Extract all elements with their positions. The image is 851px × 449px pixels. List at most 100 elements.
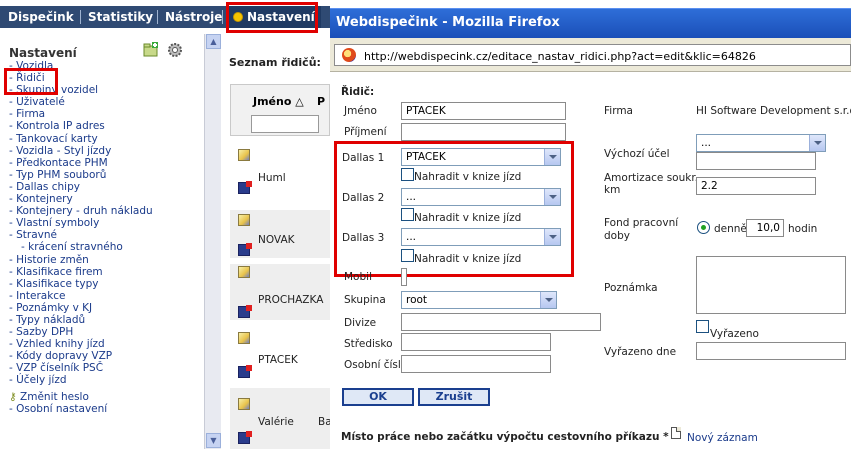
sidebar-item-kraceni-stravneho[interactable]: - krácení stravného — [9, 241, 153, 253]
driver-name: Valérie — [258, 416, 294, 428]
sidebar-item-vlastni-symboly[interactable]: - Vlastní symboly — [9, 217, 153, 229]
delete-icon[interactable] — [238, 305, 252, 318]
table-row[interactable]: Huml — [230, 146, 330, 194]
prijmeni-input[interactable] — [401, 123, 566, 141]
novy-zaznam-link[interactable]: Nový záznam — [687, 432, 758, 444]
amortizace-unit-label: km — [604, 184, 621, 196]
vyrazeno-checkbox[interactable] — [696, 320, 709, 333]
divize-input[interactable] — [401, 313, 601, 331]
column-header-jmeno[interactable]: Jméno △ — [253, 95, 304, 108]
delete-icon[interactable] — [238, 243, 252, 256]
edit-icon[interactable] — [238, 149, 250, 161]
sidebar-item-typ-phm[interactable]: - Typ PHM souborů — [9, 169, 153, 181]
zrusit-button[interactable]: Zrušit — [418, 388, 490, 406]
firma-label: Firma — [604, 105, 633, 117]
table-row[interactable]: Valérie Ba — [230, 388, 332, 449]
filter-input-jmeno[interactable] — [251, 115, 319, 133]
vychozi-ucel-input[interactable] — [696, 152, 816, 170]
skupina-value: root — [406, 294, 428, 306]
sidebar-item-predkontace-phm[interactable]: - Předkontace PHM — [9, 157, 153, 169]
highlight-box-ridici — [4, 68, 58, 95]
column-header-second[interactable]: P — [317, 95, 325, 108]
sidebar-item-klasifikace-firem[interactable]: - Klasifikace firem — [9, 266, 153, 278]
nav-nastroje[interactable]: Nástroje — [165, 6, 222, 28]
mobil-input[interactable] — [401, 268, 407, 286]
amortizace-input[interactable]: 2.2 — [696, 177, 816, 195]
key-icon: ⚷ — [9, 390, 17, 403]
edit-icon[interactable] — [238, 266, 250, 278]
sidebar-item-kody-vzp[interactable]: - Kódy dopravy VZP — [9, 350, 153, 362]
denne-label: denně — [714, 223, 747, 235]
column-header-jmeno-label: Jméno — [253, 95, 292, 108]
delete-icon[interactable] — [238, 365, 252, 378]
fond-label-2: doby — [604, 230, 630, 242]
highlight-box-dallas — [334, 141, 574, 277]
edit-icon[interactable] — [238, 332, 250, 344]
sidebar-item-zmenit-heslo[interactable]: ⚷ Změnit heslo — [9, 391, 153, 403]
sidebar-item-typy-nakladu[interactable]: - Typy nákladů — [9, 314, 153, 326]
sidebar-item-kontejnery-naklad[interactable]: - Kontejnery - druh nákladu — [9, 205, 153, 217]
nav-separator — [80, 10, 81, 24]
sidebar-item-vzhled-knihy[interactable]: - Vzhled knihy jízd — [9, 338, 153, 350]
sidebar-item-poznamky-kj[interactable]: - Poznámky v KJ — [9, 302, 153, 314]
ok-button[interactable]: OK — [342, 388, 414, 406]
osobni-cislo-label: Osobní číslo — [344, 359, 408, 371]
nav-dispecink[interactable]: Dispečink — [8, 6, 74, 28]
sidebar-item-firma[interactable]: - Firma — [9, 108, 153, 120]
edit-icon[interactable] — [238, 214, 250, 226]
amortizace-label: Amortizace soukr. — [604, 172, 699, 184]
driver-edit-form: Řidič: Jméno PTACEK Příjmení Dallas 1 PT… — [330, 72, 851, 449]
sidebar-item-tankovaci-karty[interactable]: - Tankovací karty — [9, 133, 153, 145]
poznamka-label: Poznámka — [604, 282, 658, 294]
denne-radio[interactable] — [697, 221, 710, 234]
mobil-label: Mobil — [344, 271, 372, 283]
stredisko-input[interactable] — [401, 333, 551, 351]
hodin-label: hodin — [788, 223, 818, 235]
add-folder-icon[interactable] — [143, 42, 159, 61]
fond-hodin-input[interactable]: 10,0 — [746, 219, 784, 237]
driver-list-title: Seznam řidičů: — [229, 56, 321, 69]
firma-value: HI Software Development s.r.o. — [696, 105, 851, 117]
skupina-select[interactable]: root — [401, 291, 557, 309]
edit-icon[interactable] — [238, 398, 250, 410]
osobni-cislo-input[interactable] — [401, 355, 551, 373]
sidebar-item-sazby-dph[interactable]: - Sazby DPH — [9, 326, 153, 338]
sidebar-item-styl-jizdy[interactable]: - Vozidla - Styl jízdy — [9, 145, 153, 157]
chevron-down-icon — [809, 135, 825, 151]
sidebar-item-vzp-psc[interactable]: - VZP číselník PSČ — [9, 362, 153, 374]
new-document-icon[interactable] — [671, 427, 681, 439]
vyrazeno-dne-input[interactable] — [696, 342, 846, 360]
delete-icon[interactable] — [238, 181, 252, 194]
skupina-label: Skupina — [344, 294, 386, 306]
table-row[interactable]: NOVAK — [230, 210, 330, 258]
nav-statistiky[interactable]: Statistiky — [88, 6, 153, 28]
table-row[interactable]: PTACEK — [230, 326, 330, 382]
vychozi-ucel-select[interactable]: ... — [696, 134, 826, 152]
chevron-down-icon — [540, 292, 556, 308]
sidebar-item-uzivatele[interactable]: - Uživatelé — [9, 96, 153, 108]
table-row[interactable]: PROCHAZKA — [230, 264, 330, 320]
scroll-down-icon[interactable]: ▼ — [206, 433, 221, 448]
sidebar-item-dallas-chipy[interactable]: - Dallas chipy — [9, 181, 153, 193]
settings-gear-icon[interactable] — [167, 42, 183, 61]
sidebar-scrollbar[interactable]: ▲ ▼ — [204, 34, 221, 449]
driver-list-panel: Seznam řidičů: Jméno △ P Huml NOVAK PROC… — [222, 34, 332, 449]
sidebar-menu-list: - Vozidla - Řidiči - Skupiny vozidel - U… — [9, 60, 153, 415]
url-text: http://webdispecink.cz/editace_nastav_ri… — [364, 50, 756, 63]
scroll-up-icon[interactable]: ▲ — [206, 34, 221, 49]
sidebar-item-osobni-nastaveni[interactable]: - Osobní nastavení — [9, 403, 153, 415]
poznamka-textarea[interactable] — [696, 256, 846, 314]
sidebar-item-interakce[interactable]: - Interakce — [9, 290, 153, 302]
delete-icon[interactable] — [238, 431, 252, 444]
driver-name: PROCHAZKA — [258, 294, 324, 306]
sidebar-item-historie-zmen[interactable]: - Historie změn — [9, 254, 153, 266]
sidebar-item-klasifikace-typy[interactable]: - Klasifikace typy — [9, 278, 153, 290]
sidebar-item-kontrola-ip[interactable]: - Kontrola IP adres — [9, 120, 153, 132]
sidebar-item-stravne[interactable]: - Stravné — [9, 229, 153, 241]
fond-label: Fond pracovní — [604, 217, 679, 229]
window-titlebar[interactable]: Webdispečink - Mozilla Firefox — [330, 8, 851, 38]
driver-name: NOVAK — [258, 234, 295, 246]
sidebar-item-ucely-jizd[interactable]: - Účely jízd — [9, 374, 153, 386]
jmeno-input[interactable]: PTACEK — [401, 102, 566, 120]
sidebar-item-kontejnery[interactable]: - Kontejnery — [9, 193, 153, 205]
